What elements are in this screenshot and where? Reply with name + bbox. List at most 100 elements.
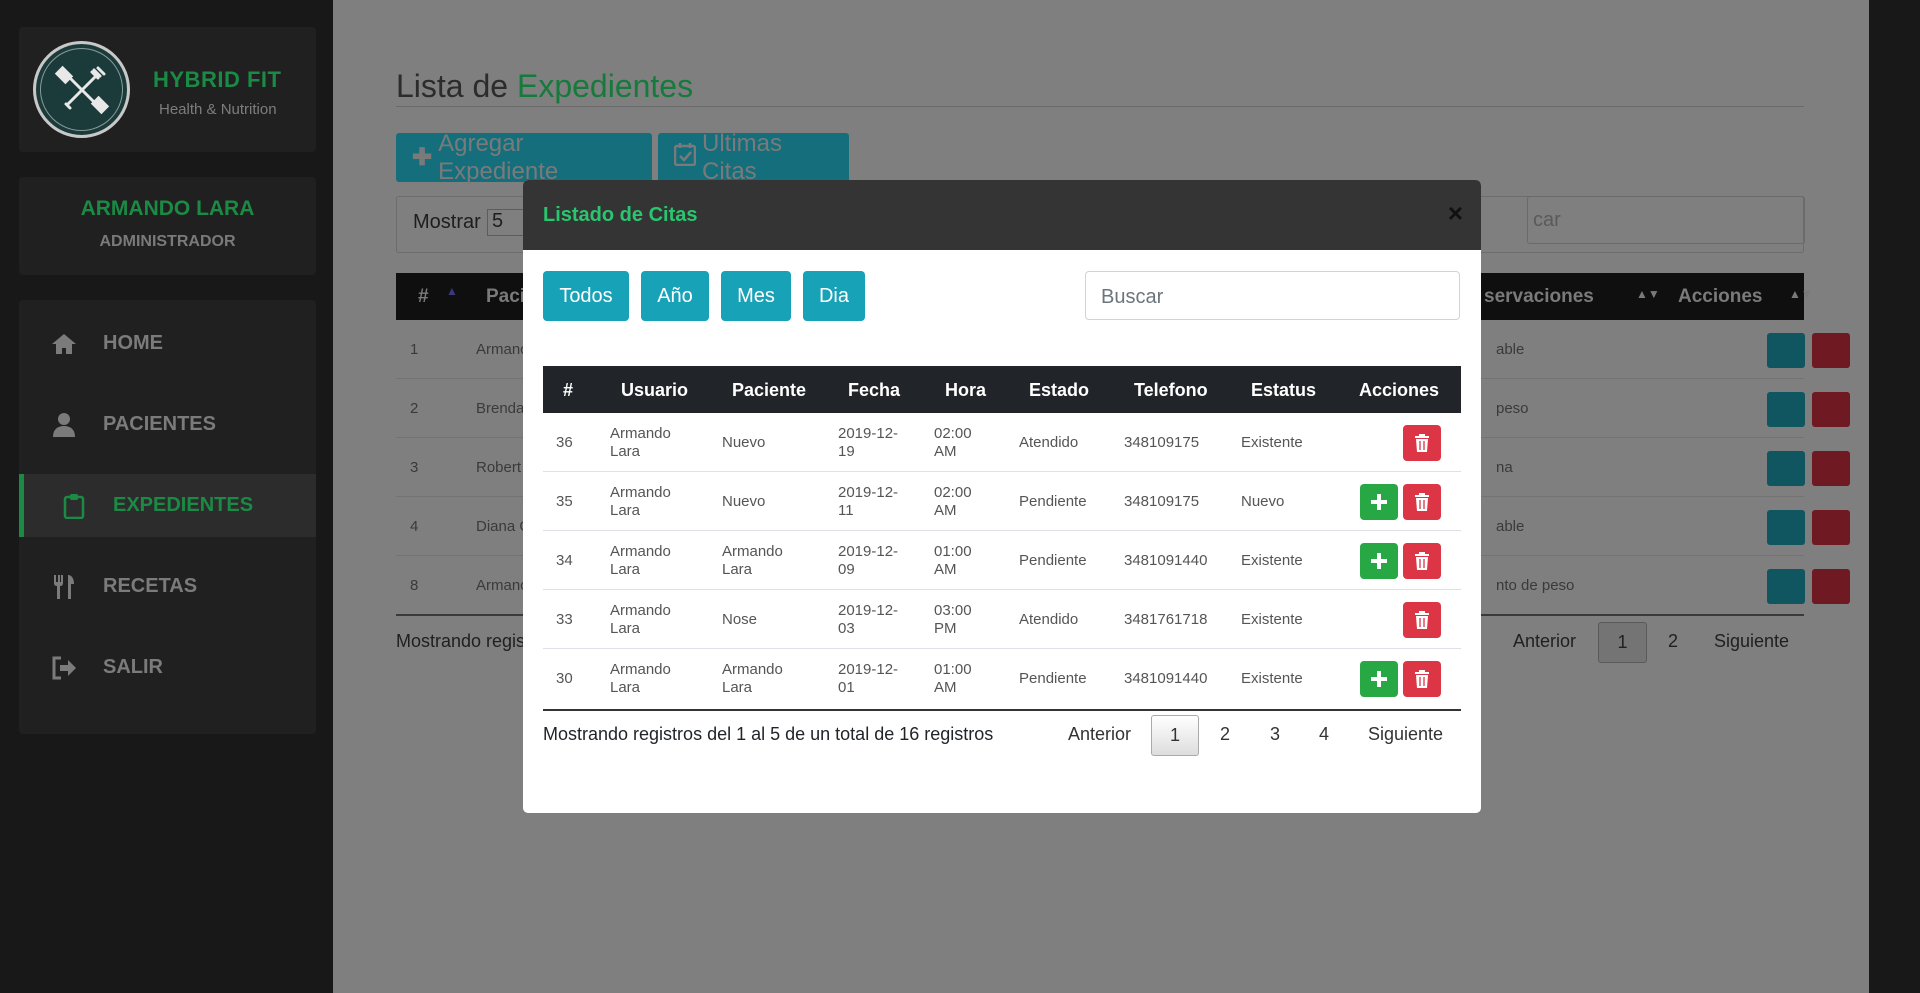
row-obs: na <box>1496 459 1513 476</box>
cell-fecha: 2019-12- 19 <box>838 425 899 460</box>
home-icon <box>49 329 79 359</box>
col-estatus[interactable]: Estatus <box>1251 380 1316 401</box>
cell-hora: 02:00 AM <box>934 425 972 460</box>
sign-out-icon <box>49 653 79 683</box>
right-edge <box>1869 0 1920 993</box>
cell-num: 30 <box>556 670 573 687</box>
add-button[interactable] <box>1360 543 1398 579</box>
edit-button[interactable] <box>1767 569 1805 604</box>
delete-button[interactable] <box>1403 543 1441 579</box>
background-search-input[interactable]: car <box>1527 196 1805 244</box>
delete-button[interactable] <box>1403 484 1441 520</box>
trash-icon <box>1415 434 1429 452</box>
add-expediente-button[interactable]: ✚ Agregar Expediente <box>396 130 652 185</box>
col-hora[interactable]: Hora <box>945 380 986 401</box>
sidebar-nav: HOME PACIENTES EXPEDIENTES RECETAS SALIR <box>19 300 316 734</box>
delete-button[interactable] <box>1403 425 1441 461</box>
delete-button[interactable] <box>1403 661 1441 697</box>
col-acciones[interactable]: Acciones <box>1359 380 1439 401</box>
row-name: Brenda <box>476 400 525 417</box>
col-usuario[interactable]: Usuario <box>621 380 688 401</box>
cell-hora: 01:00 AM <box>934 661 972 696</box>
cell-usuario: Armando Lara <box>610 661 671 696</box>
sort-asc-icon: ▲ <box>446 284 458 298</box>
edit-button[interactable] <box>1767 451 1805 486</box>
delete-button[interactable] <box>1812 333 1850 368</box>
col-paciente[interactable]: Paciente <box>732 380 806 401</box>
pager-page[interactable]: 3 <box>1270 724 1280 745</box>
col-num[interactable]: # <box>563 380 573 401</box>
row-num: 4 <box>410 518 419 535</box>
filter-ano-button[interactable]: Año <box>641 271 709 321</box>
row-name: Armanc <box>476 341 528 358</box>
edit-button[interactable] <box>1767 392 1805 427</box>
col-telefono[interactable]: Telefono <box>1134 380 1208 401</box>
row-name: Armanc <box>476 577 528 594</box>
user-name: ARMANDO LARA <box>80 197 255 220</box>
cell-fecha: 2019-12- 09 <box>838 543 899 578</box>
col-observaciones[interactable]: servaciones <box>1484 286 1594 308</box>
user-panel: ARMANDO LARA ADMINISTRADOR <box>19 177 316 275</box>
add-button[interactable] <box>1360 484 1398 520</box>
table-header: # Usuario Paciente Fecha Hora Estado Tel… <box>543 366 1461 413</box>
nav-label-home: HOME <box>103 332 163 354</box>
clipboard-icon <box>59 491 89 521</box>
delete-button[interactable] <box>1812 510 1850 545</box>
nav-item-salir[interactable]: SALIR <box>19 636 316 699</box>
cell-paciente: Armando Lara <box>722 661 783 696</box>
nav-item-pacientes[interactable]: PACIENTES <box>19 393 316 456</box>
user-icon <box>49 410 79 440</box>
filter-mes-button[interactable]: Mes <box>721 271 791 321</box>
row-num: 8 <box>410 577 419 594</box>
cell-telefono: 348109175 <box>1124 493 1200 510</box>
row-obs: able <box>1496 341 1525 358</box>
pager-page-current[interactable]: 1 <box>1151 715 1199 756</box>
citas-modal: Listado de Citas × Todos Año Mes Dia Bus… <box>523 180 1481 813</box>
modal-title: Listado de Citas <box>543 204 698 226</box>
edit-button[interactable] <box>1767 333 1805 368</box>
nav-item-home[interactable]: HOME <box>19 312 316 375</box>
delete-button[interactable] <box>1403 602 1441 638</box>
nav-item-expedientes[interactable]: EXPEDIENTES <box>19 474 316 537</box>
col-paciente[interactable]: Paci <box>486 286 525 308</box>
col-num[interactable]: # <box>418 286 429 308</box>
trash-icon <box>1415 670 1429 688</box>
ultimas-citas-button[interactable]: Ultimas Citas <box>658 130 849 185</box>
edit-button[interactable] <box>1767 510 1805 545</box>
cell-estatus: Existente <box>1241 434 1303 451</box>
col-estado[interactable]: Estado <box>1029 380 1089 401</box>
search-input[interactable]: Buscar <box>1085 271 1460 320</box>
show-entries-select[interactable]: 5 <box>487 209 527 236</box>
col-fecha[interactable]: Fecha <box>848 380 900 401</box>
cell-num: 34 <box>556 552 573 569</box>
table-row: 36 Armando Lara Nuevo 2019-12- 19 02:00 AM … <box>543 413 1461 472</box>
close-button[interactable]: × <box>1448 200 1463 226</box>
delete-button[interactable] <box>1812 392 1850 427</box>
pager-next[interactable]: Siguiente <box>1368 724 1443 745</box>
delete-button[interactable] <box>1812 569 1850 604</box>
pager-page[interactable]: 2 <box>1220 724 1230 745</box>
cell-fecha: 2019-12- 01 <box>838 661 899 696</box>
pager-page[interactable]: 1 <box>1598 622 1647 663</box>
table-row: 33 Armando Lara Nose 2019-12- 03 03:00 PM A… <box>543 590 1461 649</box>
row-obs: peso <box>1496 400 1529 417</box>
table-row: 30 Armando Lara Armando Lara 2019-12- 01 01… <box>543 649 1461 708</box>
pager-prev[interactable]: Anterior <box>1068 724 1131 745</box>
pager-page[interactable]: 2 <box>1668 631 1678 652</box>
add-button[interactable] <box>1360 661 1398 697</box>
row-num: 1 <box>410 341 419 358</box>
brand-panel: HYBRID FIT Health & Nutrition <box>19 27 316 152</box>
filter-dia-button[interactable]: Dia <box>803 271 865 321</box>
col-acciones[interactable]: Acciones <box>1678 286 1762 308</box>
brand-logo[interactable] <box>33 41 130 138</box>
cell-estatus: Existente <box>1241 611 1303 628</box>
pager-next[interactable]: Siguiente <box>1714 631 1789 652</box>
delete-button[interactable] <box>1812 451 1850 486</box>
filter-todos-button[interactable]: Todos <box>543 271 629 321</box>
cell-num: 35 <box>556 493 573 510</box>
pager-prev[interactable]: Anterior <box>1513 631 1576 652</box>
pager-page[interactable]: 4 <box>1319 724 1329 745</box>
nav-label-expedientes: EXPEDIENTES <box>113 494 254 516</box>
nav-item-recetas[interactable]: RECETAS <box>19 555 316 618</box>
background-footer-info: Mostrando regis <box>396 631 526 651</box>
